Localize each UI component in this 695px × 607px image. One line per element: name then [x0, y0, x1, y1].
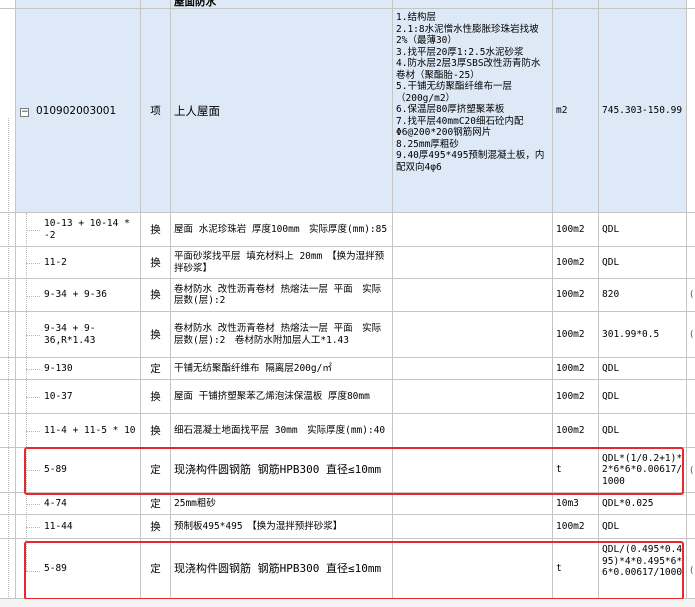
quota-name[interactable]: 屋面 干铺挤塑聚苯乙烯泡沫保温板 厚度80mm: [171, 380, 393, 414]
tree-connector: [26, 263, 40, 264]
quota-row[interactable]: 11-44 换 预制板495*495 【换为湿拌预拌砂浆】 100m2 QDL: [0, 515, 695, 539]
feature-line: 5.干铺无纺聚酯纤维布一层（200g/m2）: [396, 81, 512, 104]
quota-qty[interactable]: QDL: [599, 380, 687, 414]
budget-item-grid: 屋面防水 − 010902003001 项 上人屋面 1.结构层 2.1:8水泥…: [0, 0, 695, 607]
quota-type[interactable]: 换: [141, 515, 171, 539]
quota-row[interactable]: 9-130 定 干铺无纺聚酯纤维布 隔离层200g/㎡ 100m2 QDL: [0, 358, 695, 380]
quota-qty[interactable]: QDL: [599, 213, 687, 247]
tree-connector: [26, 504, 40, 505]
quota-unit[interactable]: 10m3: [553, 493, 599, 515]
quota-unit[interactable]: 100m2: [553, 279, 599, 312]
feature-line: 1.结构层: [396, 12, 436, 23]
quota-qty[interactable]: QDL*(1/0.2+1)*2*6*6*0.00617/1000: [599, 448, 687, 493]
item-type[interactable]: 项: [141, 9, 171, 213]
quota-unit[interactable]: 100m2: [553, 414, 599, 448]
quota-type[interactable]: 换: [141, 312, 171, 358]
quota-row[interactable]: 9-34 + 9-36 换 卷材防水 改性沥青卷材 热熔法一层 平面 实际层数(…: [0, 279, 695, 312]
quota-type[interactable]: 换: [141, 380, 171, 414]
quota-unit[interactable]: 100m2: [553, 247, 599, 279]
truncated-column-mark: (: [690, 290, 694, 300]
quota-row[interactable]: 5-89 定 现浇构件圆钢筋 钢筋HPB300 直径≤10mm t QDL/(0…: [0, 539, 695, 599]
quota-name[interactable]: 卷材防水 改性沥青卷材 热熔法一层 平面 实际层数(层):2 卷材防水附加层人工…: [171, 312, 393, 358]
quota-type[interactable]: 定: [141, 358, 171, 380]
collapse-icon[interactable]: −: [20, 108, 29, 117]
quota-unit[interactable]: 100m2: [553, 380, 599, 414]
item-code-cell[interactable]: − 010902003001: [16, 9, 141, 213]
truncated-column-mark: (: [690, 566, 694, 576]
quota-name[interactable]: 现浇构件圆钢筋 钢筋HPB300 直径≤10mm: [171, 448, 393, 493]
quota-row[interactable]: 10-37 换 屋面 干铺挤塑聚苯乙烯泡沫保温板 厚度80mm 100m2 QD…: [0, 380, 695, 414]
horizontal-scroll-area[interactable]: [0, 599, 695, 607]
quota-qty[interactable]: QDL/(0.495*0.495)*4*0.495*6*6*0.00617/10…: [599, 539, 687, 599]
quota-row[interactable]: 10-13 + 10-14 * -2 换 屋面 水泥珍珠岩 厚度100mm 实际…: [0, 213, 695, 247]
tree-connector: [26, 431, 40, 432]
quota-name[interactable]: 平面砂浆找平层 填充材料上 20mm 【换为湿拌预拌砂浆】: [171, 247, 393, 279]
quota-type[interactable]: 换: [141, 414, 171, 448]
item-name[interactable]: 上人屋面: [171, 9, 393, 213]
quota-unit[interactable]: t: [553, 539, 599, 599]
quota-row[interactable]: 11-2 换 平面砂浆找平层 填充材料上 20mm 【换为湿拌预拌砂浆】 100…: [0, 247, 695, 279]
quota-unit[interactable]: 100m2: [553, 213, 599, 247]
bill-item-row[interactable]: − 010902003001 项 上人屋面 1.结构层 2.1:8水泥憎水性膨胀…: [0, 9, 695, 213]
quota-type[interactable]: 定: [141, 539, 171, 599]
quota-qty[interactable]: QDL: [599, 247, 687, 279]
quota-name[interactable]: 卷材防水 改性沥青卷材 热熔法一层 平面 实际层数(层):2: [171, 279, 393, 312]
quota-type[interactable]: 换: [141, 279, 171, 312]
quota-type[interactable]: 换: [141, 247, 171, 279]
feature-line: 9.40厚495*495预制混凝土板，内配双向4φ6: [396, 150, 545, 173]
quota-type[interactable]: 定: [141, 493, 171, 515]
quota-unit[interactable]: 100m2: [553, 515, 599, 539]
quota-unit[interactable]: 100m2: [553, 312, 599, 358]
quota-name[interactable]: 25mm粗砂: [171, 493, 393, 515]
quota-row[interactable]: 11-4 + 11-5 * 10 换 细石混凝土地面找平层 30mm 实际厚度(…: [0, 414, 695, 448]
quota-code[interactable]: 5-89: [16, 539, 141, 599]
item-features[interactable]: 1.结构层 2.1:8水泥憎水性膨胀珍珠岩找坡2%（最薄30） 3.找平层20厚…: [393, 9, 553, 213]
feature-line: 4.防水层2层3厚SBS改性沥青防水卷材（聚酯胎-25）: [396, 58, 541, 81]
quota-type[interactable]: 换: [141, 213, 171, 247]
quota-qty[interactable]: 820: [599, 279, 687, 312]
tree-connector: [26, 470, 40, 471]
feature-line: 3.找平层20厚1:2.5水泥砂浆: [396, 46, 524, 58]
quota-qty[interactable]: QDL*0.025: [599, 493, 687, 515]
quota-type[interactable]: 定: [141, 448, 171, 493]
feature-line: 8.25mm厚粗砂: [396, 138, 459, 150]
quota-name[interactable]: 干铺无纺聚酯纤维布 隔离层200g/㎡: [171, 358, 393, 380]
item-quantity-expr[interactable]: 745.303-150.99: [599, 9, 687, 213]
quota-name[interactable]: 预制板495*495 【换为湿拌预拌砂浆】: [171, 515, 393, 539]
quota-qty[interactable]: QDL: [599, 358, 687, 380]
tree-connector: [8, 118, 9, 599]
tree-connector: [26, 369, 40, 370]
quota-unit[interactable]: 100m2: [553, 358, 599, 380]
quota-qty[interactable]: QDL: [599, 515, 687, 539]
tree-connector: [26, 213, 27, 571]
quota-row[interactable]: 4-74 定 25mm粗砂 10m3 QDL*0.025: [0, 493, 695, 515]
item-code: 010902003001: [36, 104, 117, 117]
section-row[interactable]: 屋面防水: [0, 0, 695, 9]
quota-row[interactable]: 5-89 定 现浇构件圆钢筋 钢筋HPB300 直径≤10mm t QDL*(1…: [0, 448, 695, 493]
tree-connector: [26, 571, 40, 572]
section-name: 屋面防水: [171, 0, 393, 9]
truncated-column-mark: (: [690, 466, 694, 476]
item-unit[interactable]: m2: [553, 9, 599, 213]
quota-name[interactable]: 细石混凝土地面找平层 30mm 实际厚度(mm):40: [171, 414, 393, 448]
tree-connector: [26, 397, 40, 398]
quota-name[interactable]: 现浇构件圆钢筋 钢筋HPB300 直径≤10mm: [171, 539, 393, 599]
quota-name[interactable]: 屋面 水泥珍珠岩 厚度100mm 实际厚度(mm):85: [171, 213, 393, 247]
feature-line: 2.1:8水泥憎水性膨胀珍珠岩找坡2%（最薄30）: [396, 23, 539, 47]
quota-row[interactable]: 9-34 + 9-36,R*1.43 换 卷材防水 改性沥青卷材 热熔法一层 平…: [0, 312, 695, 358]
quota-qty[interactable]: 301.99*0.5: [599, 312, 687, 358]
quota-unit[interactable]: t: [553, 448, 599, 493]
truncated-column-mark: (: [690, 330, 694, 340]
quota-qty[interactable]: QDL: [599, 414, 687, 448]
tree-connector: [26, 230, 40, 231]
feature-line: 7.找平层40mmC20细石砼内配Φ6@200*200钢筋网片: [396, 115, 524, 139]
feature-line: 6.保温层80厚挤塑聚苯板: [396, 104, 505, 115]
tree-connector: [26, 296, 40, 297]
tree-connector: [26, 527, 40, 528]
tree-connector: [26, 335, 40, 336]
